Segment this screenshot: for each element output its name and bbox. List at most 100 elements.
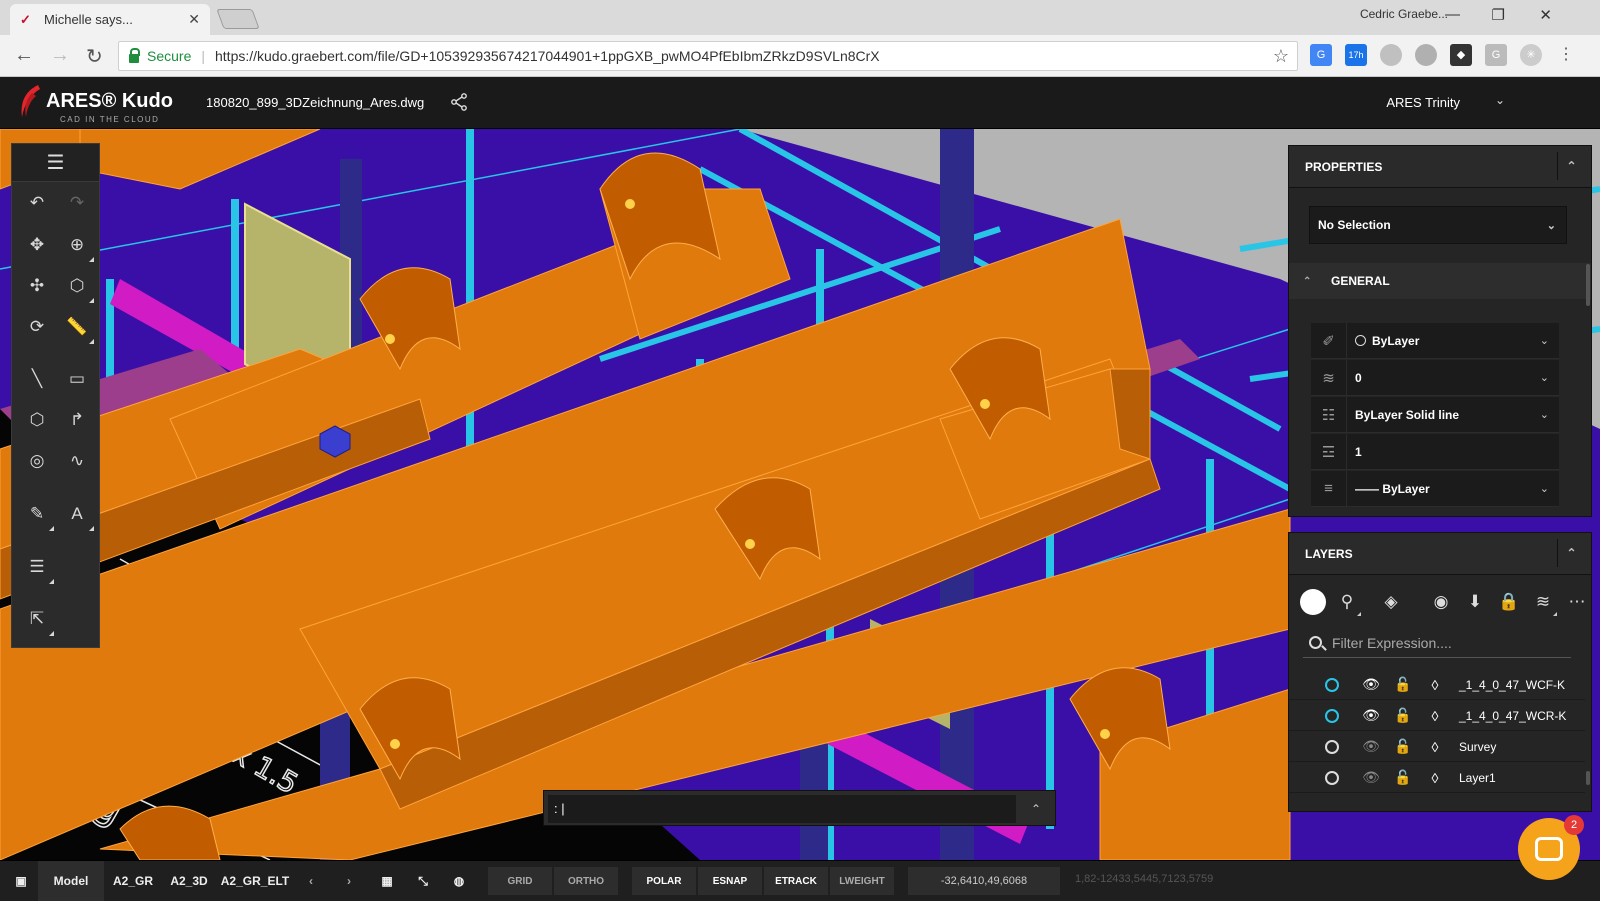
shield-extension-icon[interactable]: ◆	[1450, 44, 1472, 66]
polyline-icon[interactable]: ↱	[62, 405, 92, 435]
extension-icon[interactable]	[1380, 44, 1402, 66]
model-tab[interactable]: Model	[38, 861, 104, 901]
layout-manager-icon[interactable]: ▦	[372, 861, 402, 901]
spline-icon[interactable]: ∿	[62, 446, 92, 476]
user-menu[interactable]: ARES Trinity	[1386, 95, 1460, 110]
expand-command-history-icon[interactable]: ⌃	[1021, 795, 1051, 823]
bookmark-star-icon[interactable]: ☆	[1273, 46, 1289, 67]
color-property[interactable]: ✐ ByLayer ⌄	[1311, 322, 1559, 359]
chevron-down-icon[interactable]: ⌄	[1495, 93, 1505, 107]
layout-tab[interactable]: A2_3D	[162, 861, 216, 901]
zoom-icon[interactable]: ⊕	[62, 230, 94, 262]
address-bar[interactable]: Secure | https://kudo.graebert.com/file/…	[118, 41, 1298, 71]
layer-freeze-icon[interactable]: ⬇	[1459, 586, 1491, 618]
freeze-drop-icon[interactable]: ◊	[1425, 708, 1445, 724]
polar-toggle[interactable]: POLAR	[632, 867, 696, 895]
circle-icon[interactable]: ◎	[22, 446, 52, 476]
layer-isolate-icon[interactable]: ◉	[1425, 586, 1457, 618]
ortho-toggle[interactable]: ORTHO	[554, 867, 618, 895]
layer-match-icon[interactable]: ⚲	[1331, 586, 1363, 618]
current-layer-radio[interactable]	[1325, 770, 1339, 785]
selection-dropdown[interactable]: No Selection ⌄	[1309, 206, 1567, 244]
share-icon[interactable]	[450, 93, 468, 111]
chevron-left-icon[interactable]: ‹	[296, 861, 326, 901]
unlock-icon[interactable]: 🔓	[1393, 707, 1413, 724]
browser-menu-icon[interactable]: ⋮	[1555, 44, 1577, 66]
linescale-property[interactable]: ☲ 1	[1311, 433, 1559, 470]
layer-stack-icon[interactable]: ≋	[1527, 586, 1559, 618]
visibility-eye-icon[interactable]: 👁	[1361, 707, 1381, 724]
esnap-toggle[interactable]: ESNAP	[698, 867, 762, 895]
rotate-icon[interactable]: ⟳	[22, 312, 52, 342]
notes-icon[interactable]: ☰	[22, 552, 54, 584]
current-layer-radio[interactable]	[1325, 739, 1339, 754]
unlock-icon[interactable]: 🔓	[1393, 738, 1413, 755]
freeze-drop-icon[interactable]: ◊	[1425, 739, 1445, 755]
line-icon[interactable]: ╲	[22, 364, 52, 394]
lineweight-property[interactable]: ≡ —— ByLayer ⌄	[1311, 470, 1559, 507]
layer-lock-icon[interactable]: 🔒	[1493, 586, 1525, 618]
layout-tab[interactable]: A2_GR	[106, 861, 160, 901]
layer-row[interactable]: 👁 🔓 ◊ Layer1	[1289, 763, 1585, 793]
unlock-icon[interactable]: 🔓	[1393, 676, 1413, 693]
etrack-toggle[interactable]: ETRACK	[764, 867, 828, 895]
grammar-extension-icon[interactable]: G	[1485, 44, 1507, 66]
visibility-eye-icon[interactable]: 👁	[1361, 676, 1381, 693]
properties-scrollbar[interactable]	[1586, 264, 1590, 306]
snap-settings-icon[interactable]: ⤡	[408, 861, 438, 901]
hamburger-menu-icon[interactable]: ☰	[12, 144, 99, 182]
freeze-drop-icon[interactable]: ◊	[1425, 770, 1445, 786]
reload-icon[interactable]: ↻	[86, 44, 103, 69]
visibility-eye-icon[interactable]: 👁	[1361, 738, 1381, 755]
profile-name[interactable]: Cedric Graebe...	[1360, 7, 1448, 21]
export-icon[interactable]: ⇱	[22, 604, 54, 636]
general-section-header[interactable]: ⌃ GENERAL	[1289, 263, 1591, 299]
layer-row[interactable]: 👁 🔓 ◊ Survey	[1289, 732, 1585, 762]
back-icon[interactable]: ←	[14, 44, 34, 67]
visibility-eye-icon[interactable]: 👁	[1361, 769, 1381, 786]
unlock-icon[interactable]: 🔓	[1393, 769, 1413, 786]
restore-icon[interactable]: ❐	[1492, 6, 1505, 24]
pan-icon[interactable]: ✥	[22, 230, 52, 260]
linetype-property[interactable]: ☷ ByLayer Solid line ⌄	[1311, 396, 1559, 433]
translate-extension-icon[interactable]: G	[1310, 44, 1332, 66]
undo-icon[interactable]: ↶	[22, 188, 52, 218]
command-input[interactable]: : |	[548, 795, 1016, 823]
more-icon[interactable]: ⋯	[1561, 586, 1593, 618]
redo-icon[interactable]: ↷	[62, 188, 92, 218]
layer-row[interactable]: 👁 🔓 ◊ _1_4_0_47_WCF-K	[1289, 670, 1585, 700]
layer-row[interactable]: 👁 🔓 ◊ _1_4_0_47_WCR-K	[1289, 701, 1585, 731]
modify-icon[interactable]: ✎	[22, 499, 54, 531]
layout-tab[interactable]: A2_GR_ELT	[218, 861, 292, 901]
chevron-right-icon[interactable]: ›	[334, 861, 364, 901]
close-tab-icon[interactable]: ✕	[188, 11, 200, 28]
freeze-drop-icon[interactable]: ◊	[1425, 677, 1445, 693]
url-text[interactable]: https://kudo.graebert.com/file/GD+105392…	[215, 48, 880, 64]
viewport-icon[interactable]: ▣	[6, 861, 36, 901]
text-icon[interactable]: A	[62, 499, 94, 531]
measure-icon[interactable]: 📏	[62, 312, 94, 344]
extension-icon-2[interactable]	[1415, 44, 1437, 66]
collapse-properties-icon[interactable]: ⌃	[1557, 152, 1585, 180]
orbit-icon[interactable]: ✣	[22, 271, 52, 301]
polygon-icon[interactable]: ⬡	[22, 405, 52, 435]
layer-color-button[interactable]	[1297, 586, 1329, 618]
layer-property[interactable]: ≋ 0 ⌄	[1311, 359, 1559, 396]
lweight-toggle[interactable]: LWEIGHT	[830, 867, 894, 895]
collapse-layers-icon[interactable]: ⌃	[1557, 539, 1585, 567]
view-cube-icon[interactable]: ⬡	[62, 271, 94, 303]
rectangle-icon[interactable]: ▭	[62, 364, 92, 394]
close-window-icon[interactable]: ✕	[1539, 6, 1552, 24]
calendar-extension-icon[interactable]: 17h	[1345, 44, 1367, 66]
forward-icon[interactable]: →	[50, 44, 70, 67]
current-layer-radio[interactable]	[1325, 708, 1339, 723]
browser-tab[interactable]: ✓ Michelle says... ✕	[10, 4, 210, 35]
layer-states-icon[interactable]: ◈	[1375, 586, 1407, 618]
layer-filter-input[interactable]: Filter Expression....	[1303, 628, 1571, 658]
puzzle-extension-icon[interactable]: ✳	[1520, 44, 1542, 66]
new-tab-button[interactable]	[216, 9, 260, 29]
workspace-icon[interactable]: ◍	[444, 861, 474, 901]
layers-scrollbar[interactable]	[1586, 771, 1590, 785]
minimize-icon[interactable]: —	[1445, 6, 1460, 23]
current-layer-radio[interactable]	[1325, 677, 1339, 692]
